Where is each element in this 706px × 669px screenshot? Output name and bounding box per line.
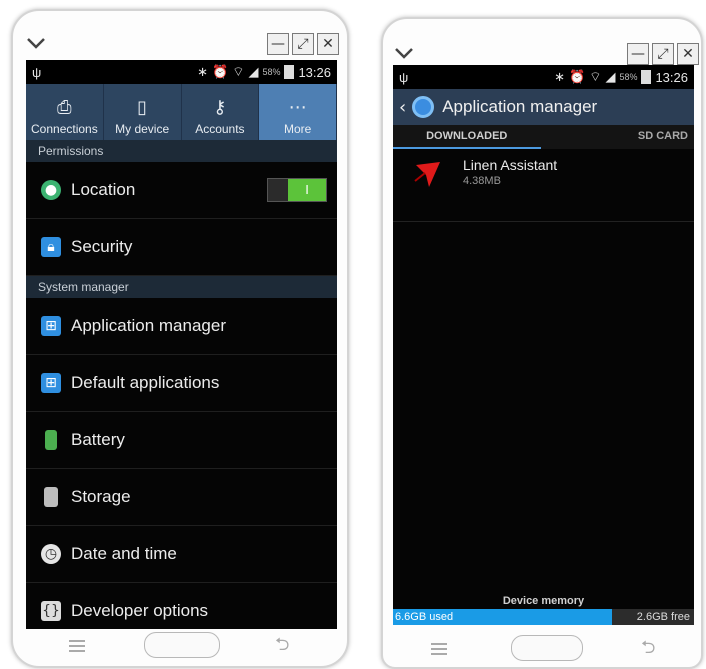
- settings-item-date-time[interactable]: ◷ Date and time: [26, 526, 337, 583]
- page-title: Application manager: [442, 97, 598, 116]
- battery-level-icon: [45, 430, 57, 450]
- tab-downloaded[interactable]: DOWNLOADED: [393, 125, 541, 149]
- item-label: Battery: [71, 430, 125, 449]
- maximize-button[interactable]: ⤢: [292, 33, 314, 55]
- tab-label: Connections: [31, 122, 98, 136]
- signal-icon: ◢: [248, 64, 259, 79]
- item-label: Security: [71, 237, 133, 256]
- device-icon: ▯: [137, 97, 148, 118]
- minimize-button[interactable]: —: [627, 43, 649, 65]
- sd-card-icon: [44, 487, 58, 507]
- menu-key-icon[interactable]: [431, 643, 447, 655]
- battery-icon: [284, 65, 295, 79]
- settings-item-battery[interactable]: Battery: [26, 412, 337, 469]
- item-label: Storage: [71, 487, 131, 506]
- usb-icon: ψ: [399, 69, 409, 85]
- device-memory: Device memory 6.6GB used 2.6GB free: [393, 595, 694, 625]
- key-icon: ⚷: [213, 97, 227, 118]
- wifi-icon: ⌔: [589, 69, 602, 84]
- tab-label: More: [283, 122, 312, 136]
- close-button[interactable]: ✕: [677, 43, 699, 65]
- linen-assistant-icon: [414, 162, 440, 187]
- list-item[interactable]: Linen Assistant 4.38MB: [393, 149, 694, 222]
- back-chevron-icon[interactable]: ‹: [399, 97, 406, 118]
- status-bar: ψ ∗ ⏰ ⌔ ◢ 58% 13:26: [26, 60, 337, 84]
- grid-icon: ⊞: [41, 316, 61, 336]
- tab-label: Accounts: [195, 122, 245, 136]
- app-name: Linen Assistant: [463, 157, 558, 173]
- wifi-icon: ⌔: [232, 64, 245, 79]
- item-label: Application manager: [71, 316, 226, 335]
- menu-key-icon[interactable]: [69, 640, 85, 652]
- tab-label: My device: [115, 122, 170, 136]
- usb-icon: ψ: [32, 64, 42, 80]
- right-phone: — ⤢ ✕ ψ ∗ ⏰ ⌔ ◢ 58% 13:26 ‹ Application …: [381, 17, 703, 669]
- window-chrome: — ⤢ ✕: [13, 31, 347, 59]
- app-manager-header: ‹ Application manager: [393, 89, 694, 125]
- lock-icon: 🔒︎: [41, 237, 61, 257]
- location-toggle[interactable]: I: [267, 178, 327, 202]
- home-button[interactable]: [144, 632, 220, 658]
- more-icon: ⋯: [288, 97, 307, 118]
- back-key-icon[interactable]: ⮌: [275, 632, 289, 662]
- section-permissions: Permissions: [26, 140, 337, 162]
- clock-icon: ◷: [41, 544, 61, 564]
- home-button[interactable]: [511, 635, 583, 661]
- section-system-manager: System manager: [26, 276, 337, 298]
- back-key-icon[interactable]: ⮌: [641, 635, 655, 665]
- app-manager-screen: ψ ∗ ⏰ ⌔ ◢ 58% 13:26 ‹ Application manage…: [393, 65, 694, 625]
- settings-item-default-applications[interactable]: ⊞ Default applications: [26, 355, 337, 412]
- clock: 13:26: [655, 69, 688, 85]
- settings-gear-icon: [412, 96, 435, 118]
- tab-my-device[interactable]: ▯ My device: [104, 84, 182, 140]
- item-label: Date and time: [71, 544, 177, 563]
- status-bar: ψ ∗ ⏰ ⌔ ◢ 58% 13:26: [393, 65, 694, 89]
- battery-percent: 58%: [262, 67, 281, 77]
- battery-icon: [641, 70, 652, 84]
- app-list: Linen Assistant 4.38MB: [393, 149, 694, 222]
- app-size: 4.38MB: [463, 175, 501, 187]
- connections-icon: ⎙: [57, 97, 72, 118]
- location-pin-icon: ●: [41, 180, 61, 200]
- bluetooth-icon: ∗: [197, 64, 209, 79]
- hardware-nav-bar: ⮌: [13, 622, 347, 666]
- close-button[interactable]: ✕: [317, 33, 339, 55]
- settings-item-location[interactable]: ● Location I: [26, 162, 337, 219]
- settings-screen: ψ ∗ ⏰ ⌔ ◢ 58% 13:26 ⎙ Connections ▯ My d…: [26, 60, 337, 629]
- item-label: Location: [71, 180, 136, 199]
- settings-item-security[interactable]: 🔒︎ Security: [26, 219, 337, 276]
- settings-item-application-manager[interactable]: ⊞ Application manager: [26, 298, 337, 355]
- tab-connections[interactable]: ⎙ Connections: [26, 84, 104, 140]
- signal-icon: ◢: [605, 69, 616, 84]
- toggle-knob: I: [288, 179, 326, 201]
- clock: 13:26: [298, 64, 331, 80]
- tab-more[interactable]: ⋯ More: [259, 84, 337, 140]
- alarm-icon: ⏰: [569, 69, 586, 84]
- tab-sd-card[interactable]: SD CARD: [541, 125, 695, 149]
- item-label: Default applications: [71, 373, 220, 392]
- battery-percent: 58%: [619, 72, 638, 82]
- minimize-button[interactable]: —: [267, 33, 289, 55]
- hardware-nav-bar: ⮌: [383, 623, 701, 667]
- settings-item-storage[interactable]: Storage: [26, 469, 337, 526]
- memory-label: Device memory: [502, 595, 585, 607]
- settings-tabs: ⎙ Connections ▯ My device ⚷ Accounts ⋯ M…: [26, 84, 337, 140]
- app-manager-tabs: DOWNLOADED SD CARD: [393, 125, 694, 149]
- collapse-chevron-icon[interactable]: [393, 43, 415, 63]
- alarm-icon: ⏰: [212, 64, 229, 79]
- left-phone: — ⤢ ✕ ψ ∗ ⏰ ⌔ ◢ 58% 13:26 ⎙ Connections: [11, 9, 349, 668]
- default-apps-icon: ⊞: [41, 373, 61, 393]
- bluetooth-icon: ∗: [554, 69, 566, 84]
- collapse-chevron-icon[interactable]: [25, 33, 47, 53]
- maximize-button[interactable]: ⤢: [652, 43, 674, 65]
- braces-icon: {}: [41, 601, 61, 621]
- item-label: Developer options: [71, 601, 209, 620]
- tab-accounts[interactable]: ⚷ Accounts: [182, 84, 260, 140]
